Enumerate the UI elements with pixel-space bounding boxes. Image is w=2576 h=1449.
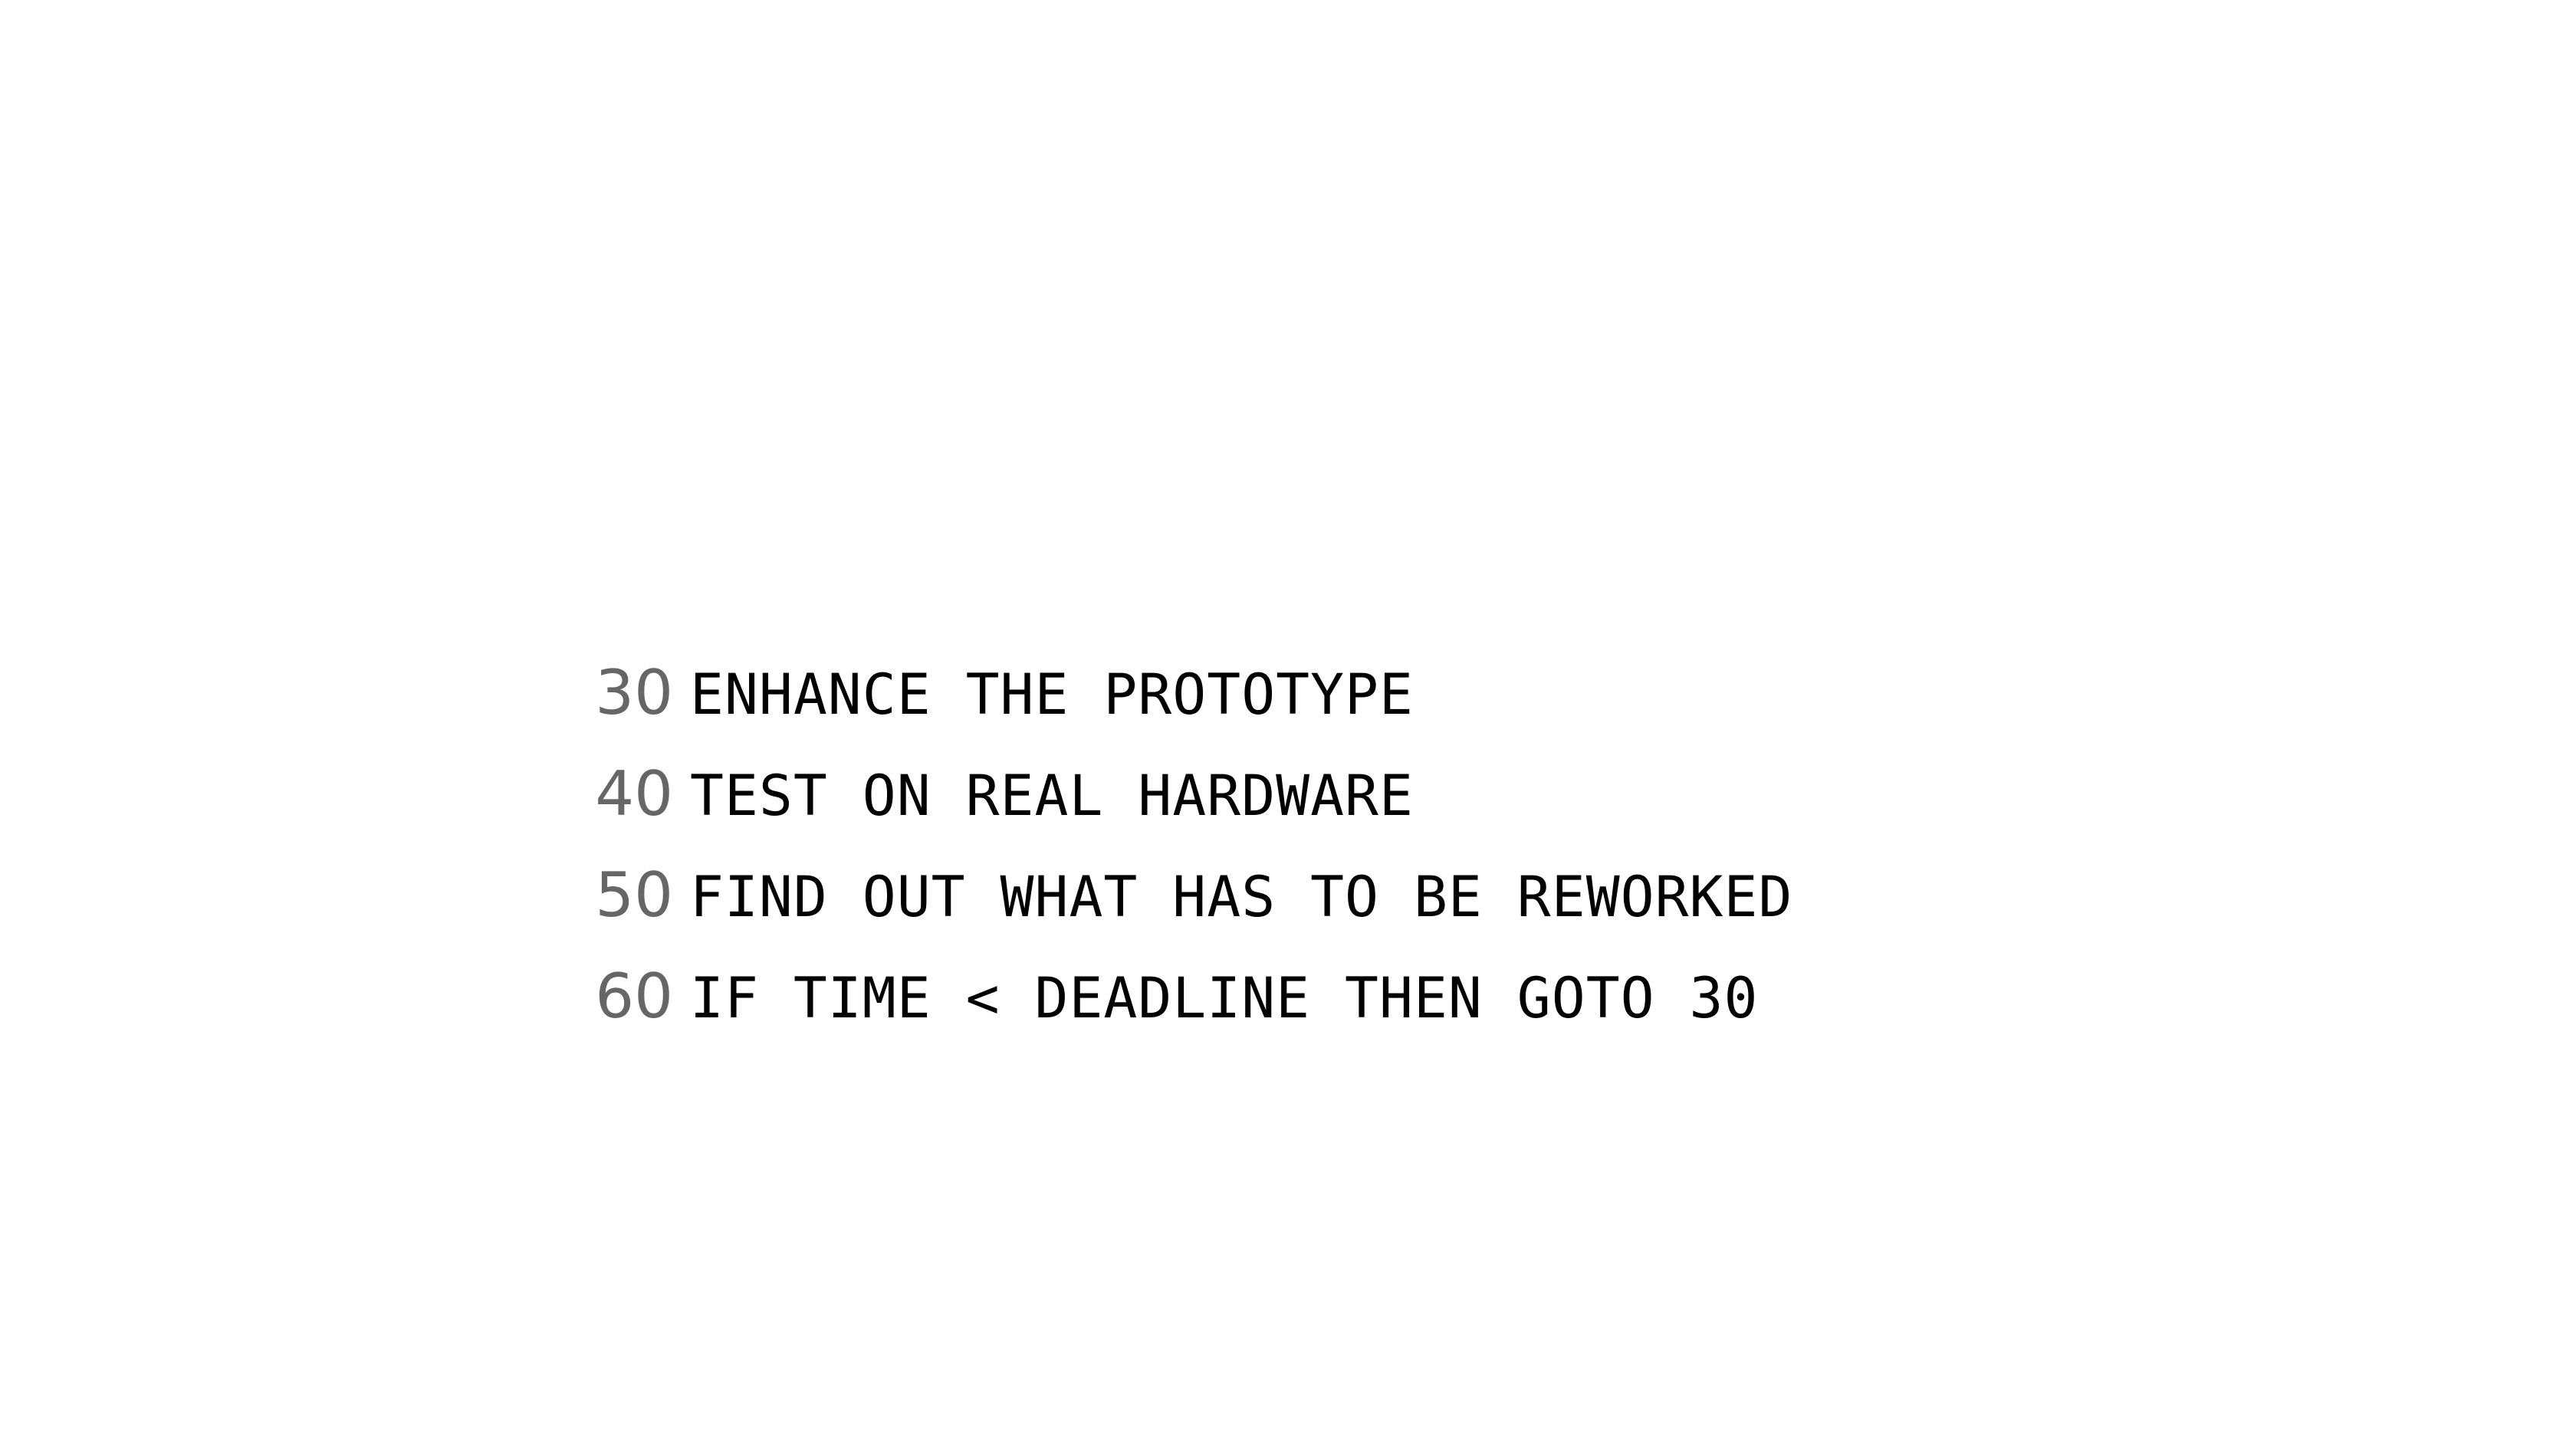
line-number: 30 [595,657,673,728]
basic-code-listing: 30 ENHANCE THE PROTOTYPE 40 TEST ON REAL… [583,642,2039,1047]
line-number: 40 [595,758,673,830]
line-number: 50 [595,859,673,931]
code-line-50: 50 FIND OUT WHAT HAS TO BE REWORKED [583,845,2039,946]
line-number: 60 [595,961,673,1032]
code-line-40: 40 TEST ON REAL HARDWARE [583,744,2039,845]
slide-canvas: 30 ENHANCE THE PROTOTYPE 40 TEST ON REAL… [0,0,2576,1449]
code-statement: IF TIME < DEADLINE THEN GOTO 30 [690,966,1759,1031]
code-statement: TEST ON REAL HARDWARE [690,764,1414,829]
code-statement: ENHANCE THE PROTOTYPE [690,662,1414,728]
code-statement: FIND OUT WHAT HAS TO BE REWORKED [690,865,1793,930]
code-line-60: 60 IF TIME < DEADLINE THEN GOTO 30 [583,946,2039,1047]
code-line-30: 30 ENHANCE THE PROTOTYPE [583,642,2039,744]
